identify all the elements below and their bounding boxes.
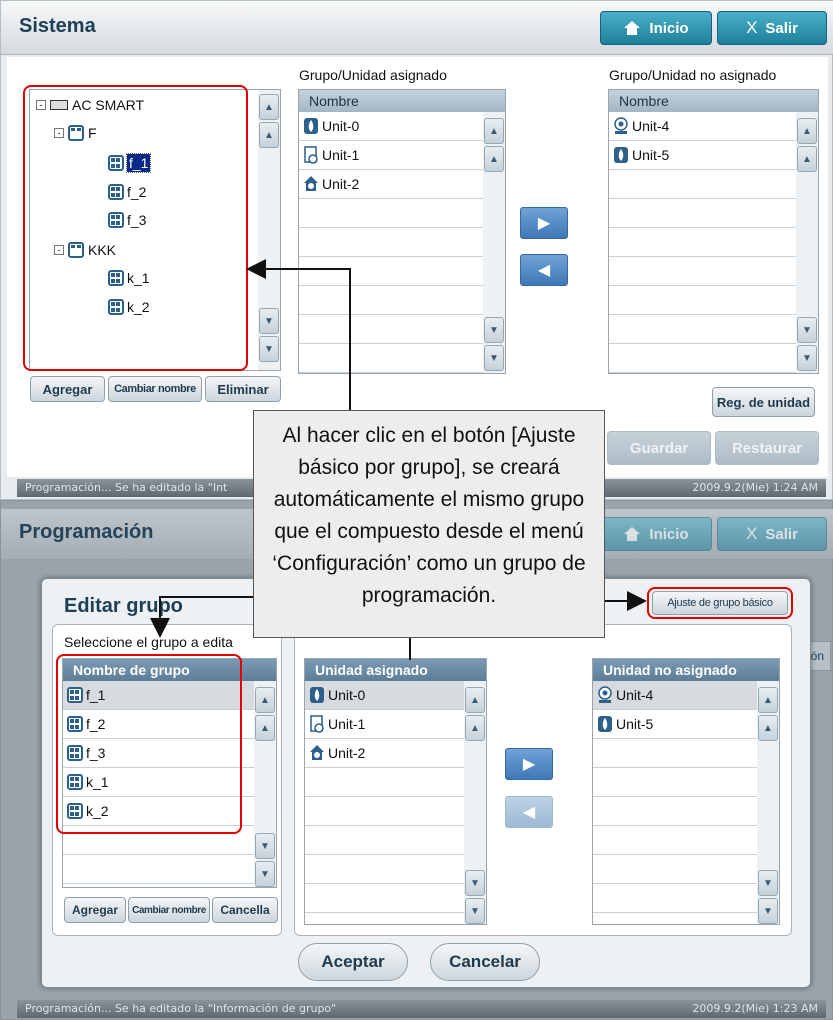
arrow-to-group-list — [150, 596, 253, 638]
callout-box: Al hacer clic en el botón [Ajuste básico… — [253, 410, 605, 638]
arrow-to-tree — [246, 259, 351, 410]
